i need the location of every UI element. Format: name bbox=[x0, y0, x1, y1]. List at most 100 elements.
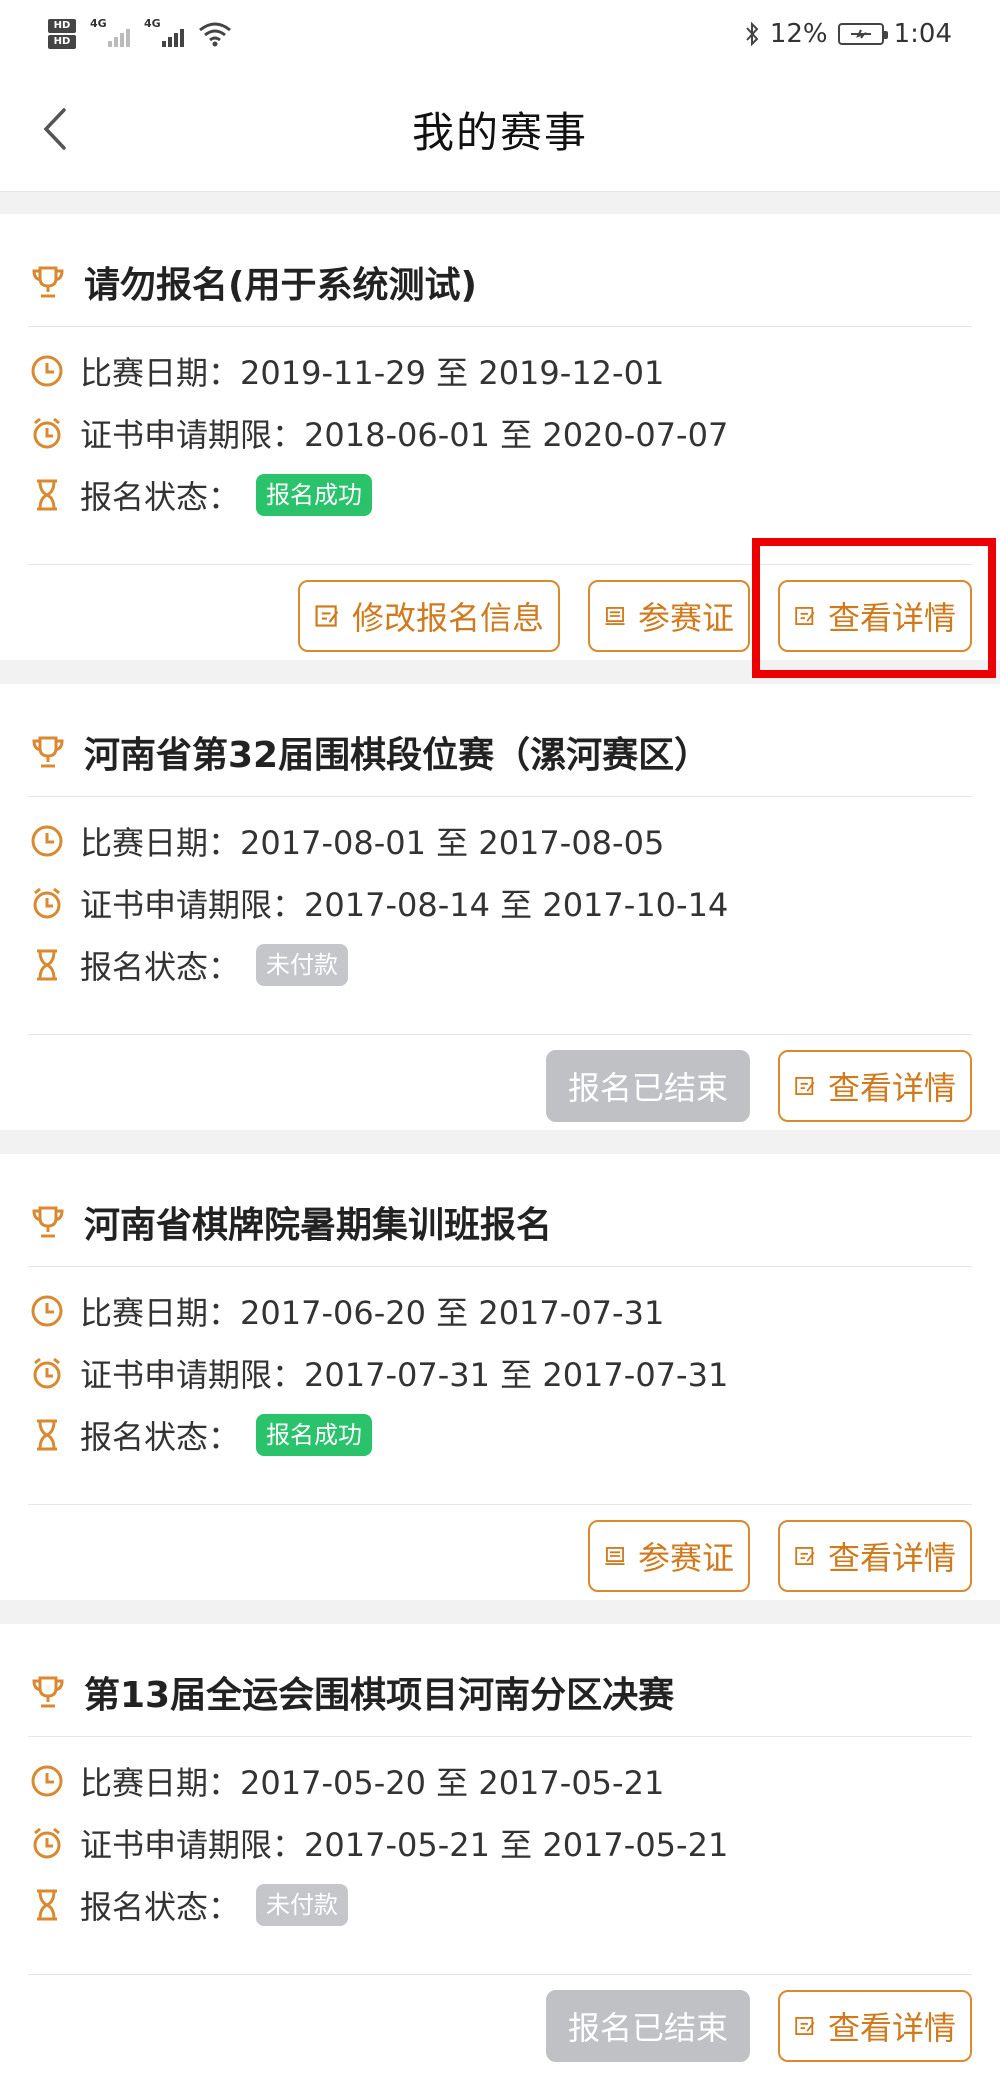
view-details-button[interactable]: 查看详情 bbox=[778, 1050, 972, 1122]
match-date-row: 比赛日期：2017-06-20 至 2017-07-31 bbox=[30, 1286, 664, 1336]
clock-icon bbox=[31, 825, 63, 857]
view-details-label: 查看详情 bbox=[827, 1069, 956, 1107]
view-details-button[interactable]: 查看详情 bbox=[778, 1990, 972, 2062]
nav-bar: 我的赛事 bbox=[0, 68, 1000, 192]
match-date-label: 比赛日期： bbox=[80, 824, 241, 862]
match-date-value: 2017-05-20 至 2017-05-21 bbox=[240, 1764, 665, 1802]
edit-icon bbox=[315, 605, 339, 627]
registration-closed-button[interactable]: 报名已结束 bbox=[546, 1990, 750, 2062]
status-label: 报名状态： bbox=[80, 948, 241, 986]
event-card: 第13届全运会围棋项目河南分区决赛 比赛日期：2017-05-20 至 2017… bbox=[0, 1624, 1000, 2100]
hd-badge: HD bbox=[48, 19, 76, 33]
cert-period-label: 证书申请期限： bbox=[80, 416, 305, 454]
status-left: HD HD 4G 4G bbox=[48, 17, 232, 49]
status-row: 报名状态： 报名成功 bbox=[30, 1410, 373, 1460]
event-card: 请勿报名(用于系统测试) 比赛日期：2019-11-29 至 2019-12-0… bbox=[0, 214, 1000, 660]
edit-registration-button[interactable]: 修改报名信息 bbox=[298, 580, 560, 652]
match-date-label: 比赛日期： bbox=[80, 354, 241, 392]
bluetooth-icon bbox=[746, 21, 759, 47]
view-details-button[interactable]: 查看详情 bbox=[778, 580, 972, 652]
cert-period-value: 2018-06-01 至 2020-07-07 bbox=[304, 416, 729, 454]
trophy-icon bbox=[32, 736, 64, 768]
battery-percent: 12% bbox=[769, 19, 828, 49]
event-title: 第13届全运会围棋项目河南分区决赛 bbox=[84, 1675, 675, 1716]
status-row: 报名状态： 未付款 bbox=[30, 1880, 349, 1930]
event-title: 河南省第32届围棋段位赛（漯河赛区） bbox=[84, 735, 711, 776]
back-button[interactable] bbox=[28, 102, 82, 156]
event-title: 河南省棋牌院暑期集训班报名 bbox=[84, 1205, 553, 1246]
status-badge: 未付款 bbox=[256, 1884, 349, 1926]
cert-period-label: 证书申请期限： bbox=[80, 1356, 305, 1394]
event-title-row: 河南省第32届围棋段位赛（漯河赛区） bbox=[30, 726, 710, 778]
entry-card-button[interactable]: 参赛证 bbox=[588, 580, 750, 652]
edit-icon bbox=[795, 607, 815, 625]
cert-period-row: 证书申请期限：2017-05-21 至 2017-05-21 bbox=[30, 1818, 728, 1868]
clock-icon bbox=[31, 1295, 63, 1327]
chevron-left-icon bbox=[43, 108, 66, 150]
cert-period-value: 2017-05-21 至 2017-05-21 bbox=[304, 1826, 729, 1864]
cert-period-row: 证书申请期限：2018-06-01 至 2020-07-07 bbox=[30, 408, 728, 458]
view-details-label: 查看详情 bbox=[827, 2009, 956, 2047]
status-badge: 报名成功 bbox=[256, 1414, 373, 1456]
match-date-value: 2017-06-20 至 2017-07-31 bbox=[240, 1294, 665, 1332]
registration-closed-label: 报名已结束 bbox=[567, 2009, 728, 2047]
alarm-clock-icon bbox=[33, 1827, 61, 1859]
alarm-clock-icon bbox=[33, 1357, 61, 1389]
divider bbox=[28, 1034, 972, 1035]
status-right: 12% 1:04 bbox=[744, 19, 952, 49]
hd-badge: HD bbox=[48, 35, 76, 49]
clock-icon bbox=[31, 1765, 63, 1797]
clock: 1:04 bbox=[893, 19, 952, 49]
status-bar: HD HD 4G 4G 12% 1:04 bbox=[0, 0, 1000, 68]
event-card: 河南省棋牌院暑期集训班报名 比赛日期：2017-06-20 至 2017-07-… bbox=[0, 1154, 1000, 1600]
divider bbox=[28, 796, 972, 797]
trophy-icon bbox=[32, 1206, 64, 1238]
divider bbox=[28, 1974, 972, 1975]
clock-icon bbox=[31, 355, 63, 387]
event-title-row: 河南省棋牌院暑期集训班报名 bbox=[30, 1196, 552, 1248]
network-type: 4G bbox=[90, 17, 107, 30]
edit-icon bbox=[795, 1077, 815, 1095]
divider bbox=[28, 564, 972, 565]
match-date-row: 比赛日期：2017-05-20 至 2017-05-21 bbox=[30, 1756, 664, 1806]
match-date-row: 比赛日期：2017-08-01 至 2017-08-05 bbox=[30, 816, 664, 866]
cert-period-value: 2017-08-14 至 2017-10-14 bbox=[304, 886, 729, 924]
alarm-clock-icon bbox=[33, 887, 61, 919]
match-date-row: 比赛日期：2019-11-29 至 2019-12-01 bbox=[30, 346, 664, 396]
match-date-value: 2017-08-01 至 2017-08-05 bbox=[240, 824, 665, 862]
divider bbox=[28, 326, 972, 327]
match-date-label: 比赛日期： bbox=[80, 1294, 241, 1332]
registration-closed-button[interactable]: 报名已结束 bbox=[546, 1050, 750, 1122]
trophy-icon bbox=[32, 1676, 64, 1708]
entry-card-button[interactable]: 参赛证 bbox=[588, 1520, 750, 1592]
event-title-row: 第13届全运会围棋项目河南分区决赛 bbox=[30, 1666, 674, 1718]
status-label: 报名状态： bbox=[80, 478, 241, 516]
view-details-button[interactable]: 查看详情 bbox=[778, 1520, 972, 1592]
match-date-value: 2019-11-29 至 2019-12-01 bbox=[240, 354, 665, 392]
hd-indicators: HD HD bbox=[48, 19, 76, 49]
edit-icon bbox=[795, 2017, 815, 2035]
hourglass-icon bbox=[37, 1419, 57, 1451]
status-label: 报名状态： bbox=[80, 1888, 241, 1926]
entry-card-label: 参赛证 bbox=[637, 599, 734, 637]
hourglass-icon bbox=[37, 479, 57, 511]
trophy-icon bbox=[32, 266, 64, 298]
status-label: 报名状态： bbox=[80, 1418, 241, 1456]
hourglass-icon bbox=[37, 1889, 57, 1921]
id-card-icon bbox=[605, 1547, 625, 1565]
signal-icon: 4G bbox=[144, 17, 184, 47]
entry-card-label: 参赛证 bbox=[637, 1539, 734, 1577]
network-type: 4G bbox=[144, 17, 161, 30]
hourglass-icon bbox=[37, 949, 57, 981]
match-date-label: 比赛日期： bbox=[80, 1764, 241, 1802]
view-details-label: 查看详情 bbox=[827, 1539, 956, 1577]
id-card-icon bbox=[605, 607, 625, 625]
divider bbox=[28, 1736, 972, 1737]
event-card: 河南省第32届围棋段位赛（漯河赛区） 比赛日期：2017-08-01 至 201… bbox=[0, 684, 1000, 1130]
page-title: 我的赛事 bbox=[411, 108, 588, 157]
status-badge: 报名成功 bbox=[256, 474, 373, 516]
divider bbox=[28, 1266, 972, 1267]
battery-icon bbox=[837, 23, 888, 45]
status-row: 报名状态： 未付款 bbox=[30, 940, 349, 990]
cert-period-label: 证书申请期限： bbox=[80, 1826, 305, 1864]
